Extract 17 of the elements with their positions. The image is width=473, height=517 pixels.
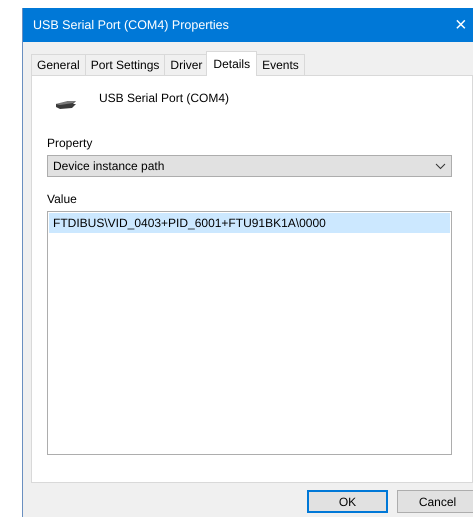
tab[interactable]: Port Settings: [84, 54, 164, 75]
tab[interactable]: General: [31, 54, 85, 75]
dialog-button[interactable]: OK: [307, 490, 388, 513]
device-name: USB Serial Port (COM4): [99, 90, 230, 107]
close-button[interactable]: ×: [455, 15, 473, 35]
list-item[interactable]: FTDIBUS\VID_0403+PID_6001+FTU91BK1A\0000: [49, 213, 450, 233]
chevron-down-icon: [435, 162, 446, 170]
value-label: Value: [47, 191, 77, 208]
dialog-button[interactable]: Cancel: [397, 490, 473, 513]
tab[interactable]: Details: [206, 51, 258, 76]
property-dropdown[interactable]: Device instance path: [47, 155, 452, 177]
window-title: USB Serial Port (COM4) Properties: [33, 16, 229, 34]
property-label: Property: [47, 135, 92, 152]
dropdown-value: Device instance path: [53, 158, 164, 175]
tab[interactable]: Events: [256, 54, 305, 75]
usb-device-icon: [55, 98, 77, 110]
tab[interactable]: Driver: [164, 54, 208, 75]
